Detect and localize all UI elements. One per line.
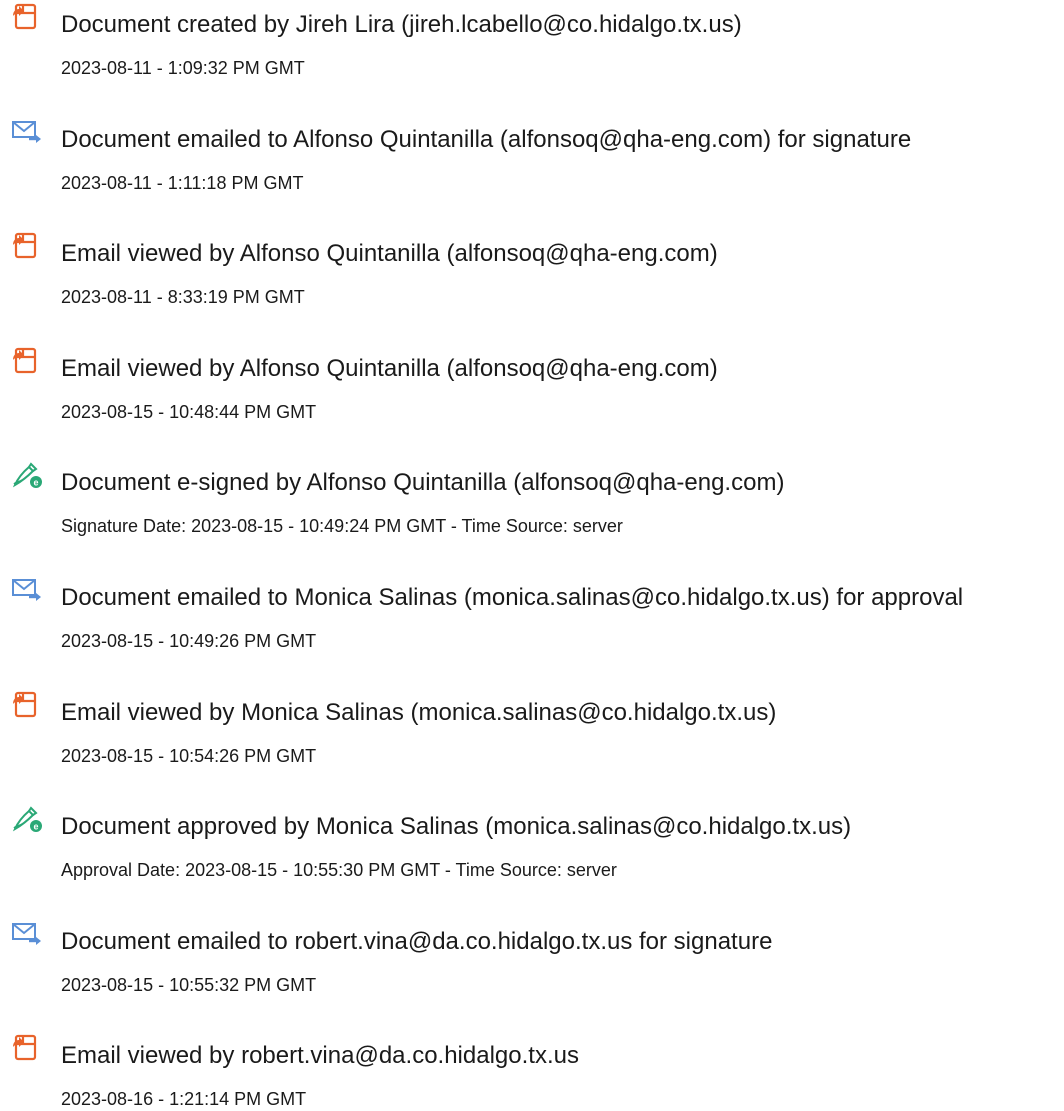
audit-event: Document emailed to robert.vina@da.co.hi…: [0, 917, 1064, 997]
document-viewed-icon: [10, 690, 46, 720]
document-viewed-icon: [10, 346, 46, 376]
audit-event: Document emailed to Alfonso Quintanilla …: [0, 115, 1064, 195]
event-timestamp: 2023-08-11 - 1:11:18 PM GMT: [61, 172, 304, 193]
event-timestamp: 2023-08-15 - 10:55:32 PM GMT: [61, 974, 317, 995]
email-icon: [12, 120, 41, 143]
audit-event: Email viewed by robert.vina@da.co.hidalg…: [0, 1031, 1064, 1111]
document-icon: [13, 1035, 37, 1061]
email-sent-icon: [10, 575, 46, 605]
event-timestamp: Signature Date: 2023-08-15 - 10:49:24 PM…: [61, 516, 623, 537]
audit-event: Email viewed by Monica Salinas (monica.s…: [0, 688, 1064, 768]
event-timestamp: 2023-08-15 - 10:49:26 PM GMT: [61, 631, 317, 651]
audit-event: e Document e-signed by Alfonso Quintanil…: [0, 458, 1064, 538]
document-icon: [13, 3, 37, 30]
event-timestamp: 2023-08-15 - 10:54:26 PM GMT: [61, 745, 317, 766]
event-timestamp: 2023-08-11 - 1:09:32 PM GMT: [61, 58, 305, 78]
audit-event: e Document approved by Monica Salinas (m…: [0, 802, 1064, 882]
event-timestamp: Approval Date: 2023-08-15 - 10:55:30 PM …: [61, 860, 617, 881]
audit-event: Document created by Jireh Lira (jireh.lc…: [0, 0, 1064, 80]
event-title: Document emailed to robert.vina@da.co.hi…: [61, 927, 773, 955]
event-title: Email viewed by Monica Salinas (monica.s…: [61, 698, 777, 726]
audit-event: Email viewed by Alfonso Quintanilla (alf…: [0, 229, 1064, 309]
email-icon: [12, 922, 41, 945]
event-title: Document created by Jireh Lira (jireh.lc…: [61, 11, 742, 38]
document-icon: [13, 233, 37, 259]
event-title: Document emailed to Monica Salinas (moni…: [61, 584, 964, 611]
event-title: Email viewed by Alfonso Quintanilla (alf…: [61, 240, 718, 268]
email-icon: [12, 579, 41, 601]
esign-pen-icon: e: [10, 804, 46, 834]
audit-event: Document emailed to Monica Salinas (moni…: [0, 573, 1064, 653]
esign-pen-icon: e: [10, 460, 46, 490]
svg-text:e: e: [33, 822, 38, 832]
email-sent-icon: [10, 919, 46, 949]
svg-text:e: e: [33, 478, 38, 488]
event-title: Email viewed by robert.vina@da.co.hidalg…: [61, 1042, 579, 1070]
document-viewed-icon: [10, 1033, 46, 1063]
document-icon: [13, 691, 37, 717]
email-sent-icon: [10, 117, 46, 147]
event-title: Document approved by Monica Salinas (mon…: [61, 813, 852, 841]
event-title: Document emailed to Alfonso Quintanilla …: [61, 125, 912, 153]
pen-icon: e: [12, 806, 42, 833]
audit-event: Email viewed by Alfonso Quintanilla (alf…: [0, 344, 1064, 424]
event-timestamp: 2023-08-16 - 1:21:14 PM GMT: [61, 1089, 307, 1110]
event-timestamp: 2023-08-11 - 8:33:19 PM GMT: [61, 287, 305, 308]
event-title: Document e-signed by Alfonso Quintanilla…: [61, 469, 785, 497]
pen-icon: e: [12, 462, 42, 489]
document-viewed-icon: [10, 231, 46, 261]
event-timestamp: 2023-08-15 - 10:48:44 PM GMT: [61, 401, 317, 422]
document-icon: [13, 347, 37, 373]
event-title: Email viewed by Alfonso Quintanilla (alf…: [61, 354, 718, 382]
document-created-icon: [10, 2, 46, 32]
